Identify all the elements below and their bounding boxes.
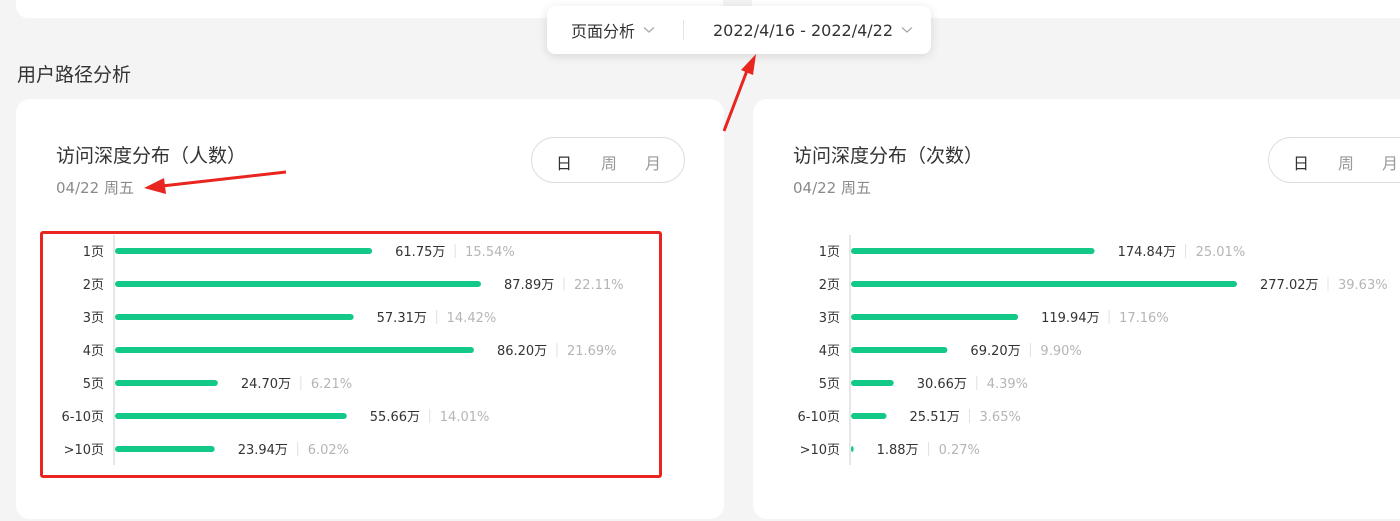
category-label: 6-10页 (797, 410, 840, 425)
category-label: >10页 (800, 443, 840, 458)
date-range-label: 2022/4/16 - 2022/4/22 (713, 20, 894, 40)
category-label: 2页 (819, 278, 840, 293)
depth-card-visits: 访问深度分布（次数） 04/22 周五 日 周 月 1页 174.84万 25.01… (753, 99, 1400, 519)
annotation-highlight-box (40, 231, 662, 478)
filter-bar: 页面分析 2022/4/16 - 2022/4/22 (547, 6, 931, 54)
value-label: 174.84万 (1118, 245, 1177, 260)
category-label: 1页 (819, 245, 840, 260)
percent-label: 39.63% (1338, 278, 1388, 293)
chevron-down-icon (901, 26, 913, 34)
percent-label: 17.16% (1119, 311, 1169, 326)
category-label: 3页 (819, 311, 840, 326)
page-analysis-dropdown[interactable]: 页面分析 (571, 18, 655, 42)
chevron-down-icon (643, 26, 655, 34)
category-label: 4页 (819, 344, 840, 359)
value-label: 25.51万 (910, 410, 960, 425)
depth-card-users: 访问深度分布（人数） 04/22 周五 日 周 月 1页 61.75万 15.54%… (16, 99, 724, 519)
percent-label: 3.65% (980, 410, 1021, 425)
bar (851, 347, 948, 353)
percent-label: 9.90% (1040, 344, 1081, 359)
bar (851, 248, 1095, 254)
value-label: 277.02万 (1260, 278, 1319, 293)
value-label: 119.94万 (1041, 311, 1100, 326)
bar (851, 446, 854, 452)
percent-label: 0.27% (939, 443, 980, 458)
annotation-arrow-date (722, 54, 756, 132)
date-range-picker[interactable]: 2022/4/16 - 2022/4/22 (713, 21, 913, 40)
value-label: 69.20万 (970, 344, 1020, 359)
bar (851, 380, 894, 386)
depth-chart-visits: 1页 174.84万 25.01% 2页 277.02万 39.63% 3页 119.94万 1… (797, 235, 1388, 465)
filter-divider (683, 20, 684, 40)
page-analysis-label: 页面分析 (571, 22, 636, 41)
percent-label: 25.01% (1196, 245, 1246, 260)
percent-label: 4.39% (987, 377, 1028, 392)
bar (851, 281, 1237, 287)
value-label: 30.66万 (917, 377, 967, 392)
section-title: 用户路径分析 (17, 64, 132, 86)
value-label: 1.88万 (877, 443, 919, 458)
category-label: 5页 (819, 377, 840, 392)
bar (851, 413, 887, 419)
bar (851, 314, 1019, 320)
